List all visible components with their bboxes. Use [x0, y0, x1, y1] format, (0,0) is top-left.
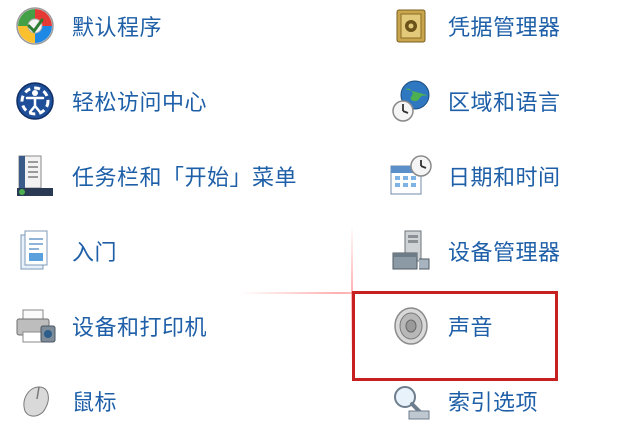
region-language-icon: [386, 76, 436, 126]
devices-printers-label: 设备和打印机: [72, 316, 208, 341]
getting-started-icon: [10, 226, 60, 276]
control-panel-item-default-programs[interactable]: 默认程序: [10, 1, 162, 51]
control-panel-item-devices-printers[interactable]: 设备和打印机: [10, 301, 207, 351]
credential-manager-label: 凭据管理器: [448, 16, 561, 41]
device-manager-icon: [386, 226, 436, 276]
control-panel-item-date-time[interactable]: 日期和时间: [386, 151, 561, 201]
date-time-label: 日期和时间: [448, 166, 561, 191]
control-panel-item-taskbar-start-menu[interactable]: 任务栏和「开始」菜单: [10, 151, 297, 201]
indexing-options-label: 索引选项: [448, 391, 539, 416]
control-panel-items: 默认程序 轻松访问中心 任务栏和「开始」菜单 入门 设备和打印机 鼠标 凭据管理…: [0, 0, 623, 420]
control-panel-item-indexing-options[interactable]: 索引选项: [386, 376, 538, 426]
control-panel-item-region-language[interactable]: 区域和语言: [386, 76, 561, 126]
control-panel-item-sound[interactable]: 声音: [386, 301, 493, 351]
default-programs-icon: [10, 1, 60, 51]
devices-printers-icon: [10, 301, 60, 351]
mouse-label: 鼠标: [72, 391, 118, 416]
speaker-icon: [386, 301, 436, 351]
glare-vertical: [351, 225, 353, 365]
indexing-options-icon: [386, 376, 436, 426]
glare-horizontal: [240, 292, 440, 294]
credential-manager-icon: [386, 1, 436, 51]
ease-of-access-label: 轻松访问中心: [72, 91, 208, 116]
date-time-icon: [386, 151, 436, 201]
default-programs-label: 默认程序: [72, 16, 163, 41]
mouse-icon: [10, 376, 60, 426]
control-panel-item-ease-of-access[interactable]: 轻松访问中心: [10, 76, 207, 126]
control-panel-item-credential-manager[interactable]: 凭据管理器: [386, 1, 561, 51]
control-panel-item-mouse[interactable]: 鼠标: [10, 376, 117, 426]
device-manager-label: 设备管理器: [448, 241, 561, 266]
taskbar-start-menu-label: 任务栏和「开始」菜单: [72, 166, 298, 191]
control-panel-item-device-manager[interactable]: 设备管理器: [386, 226, 561, 276]
taskbar-start-menu-icon: [10, 151, 60, 201]
control-panel-item-getting-started[interactable]: 入门: [10, 226, 117, 276]
getting-started-label: 入门: [72, 241, 118, 266]
ease-of-access-icon: [10, 76, 60, 126]
sound-label: 声音: [448, 316, 494, 341]
region-language-label: 区域和语言: [448, 91, 561, 116]
